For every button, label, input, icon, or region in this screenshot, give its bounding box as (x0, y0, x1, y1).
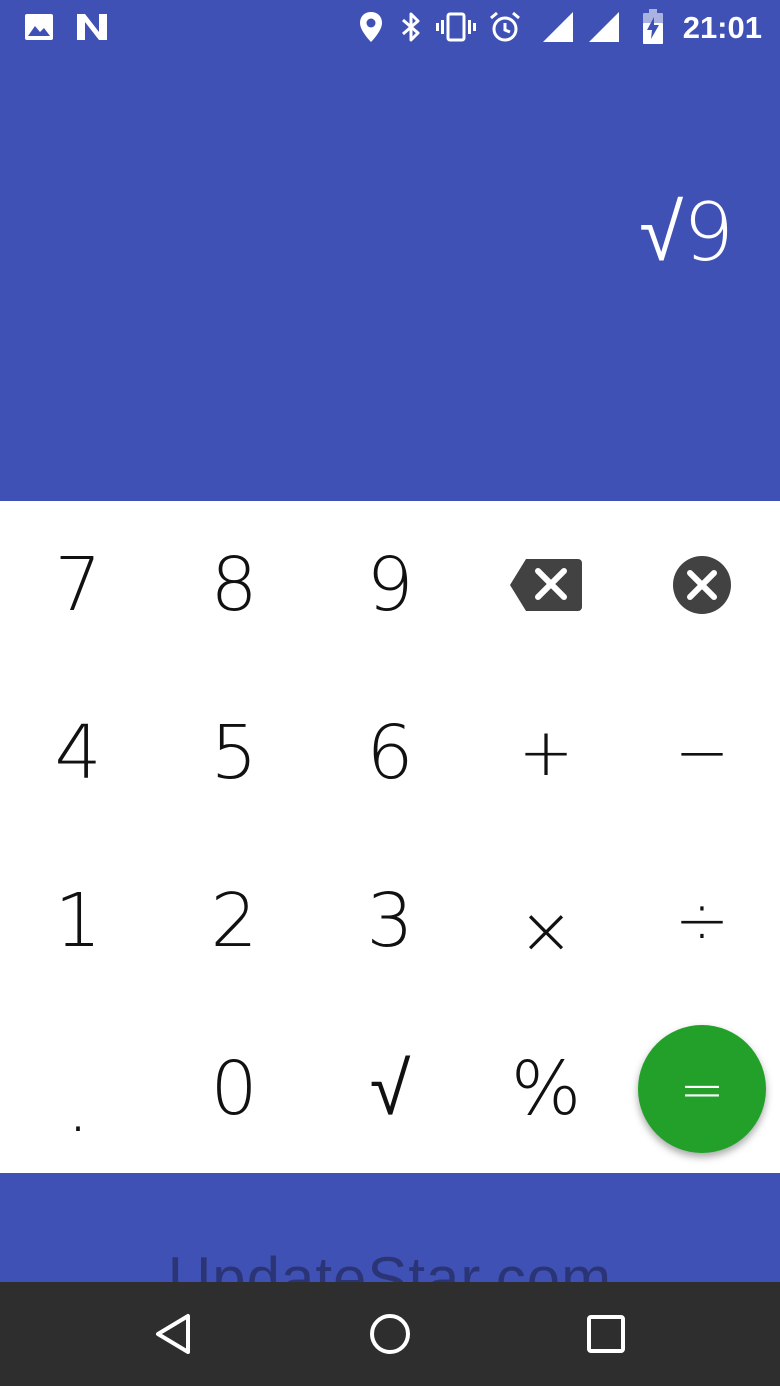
key-4-label: 4 (54, 710, 102, 796)
calculator-display: √9 (0, 56, 780, 501)
alarm-icon (488, 10, 522, 44)
expression-text[interactable]: √9 (639, 188, 734, 278)
divide-button[interactable]: ÷ (624, 837, 780, 1005)
backspace-button[interactable] (468, 501, 624, 669)
key-3[interactable]: 3 (312, 837, 468, 1005)
status-clock: 21:01 (682, 10, 762, 45)
signal-icon (586, 10, 622, 44)
decimal-label: . (66, 1063, 90, 1149)
battery-charging-icon (640, 9, 666, 44)
bluetooth-icon (398, 10, 424, 44)
calculator-screen: 21:01 √9 7 8 9 4 5 6 + − 1 2 3 × ÷ . 0 √… (0, 0, 780, 1386)
key-6[interactable]: 6 (312, 669, 468, 837)
key-0[interactable]: 0 (156, 1005, 312, 1173)
key-2[interactable]: 2 (156, 837, 312, 1005)
plus-label: + (518, 714, 574, 791)
n-notification-icon (74, 10, 110, 44)
key-5[interactable]: 5 (156, 669, 312, 837)
key-6-label: 6 (366, 710, 414, 796)
multiply-label: × (518, 892, 574, 969)
recents-icon (587, 1315, 625, 1353)
key-0-label: 0 (210, 1046, 258, 1132)
key-1[interactable]: 1 (0, 837, 156, 1005)
key-7[interactable]: 7 (0, 501, 156, 669)
minus-label: − (674, 714, 730, 791)
home-button[interactable] (360, 1304, 420, 1364)
plus-button[interactable]: + (468, 669, 624, 837)
percent-button[interactable]: % (468, 1005, 624, 1173)
key-7-label: 7 (54, 542, 102, 628)
key-4[interactable]: 4 (0, 669, 156, 837)
backspace-icon (510, 559, 582, 611)
key-8[interactable]: 8 (156, 501, 312, 669)
key-9-label: 9 (366, 542, 414, 628)
vibrate-icon (436, 10, 476, 44)
back-button[interactable] (144, 1304, 204, 1364)
location-icon (358, 10, 384, 44)
key-9[interactable]: 9 (312, 501, 468, 669)
equals-button[interactable]: = (638, 1025, 766, 1153)
keypad: 7 8 9 4 5 6 + − 1 2 3 × ÷ . 0 √ % = (0, 501, 780, 1173)
clear-button[interactable] (624, 501, 780, 669)
sqrt-label: √ (369, 1046, 411, 1132)
minus-button[interactable]: − (624, 669, 780, 837)
clear-icon (673, 556, 731, 614)
key-2-label: 2 (210, 878, 258, 964)
equals-label: = (679, 1057, 725, 1121)
navigation-bar (0, 1282, 780, 1386)
back-icon (156, 1314, 190, 1354)
key-1-label: 1 (54, 878, 102, 964)
key-8-label: 8 (210, 542, 258, 628)
signal-icon (540, 10, 576, 44)
status-bar: 21:01 (0, 0, 780, 56)
multiply-button[interactable]: × (468, 837, 624, 1005)
recents-button[interactable] (576, 1304, 636, 1364)
percent-label: % (510, 1046, 582, 1132)
divide-label: ÷ (674, 882, 730, 959)
decimal-button[interactable]: . (0, 1005, 156, 1173)
sqrt-button[interactable]: √ (312, 1005, 468, 1173)
home-icon (370, 1314, 410, 1354)
key-3-label: 3 (366, 878, 414, 964)
key-5-label: 5 (210, 710, 258, 796)
image-icon (22, 10, 56, 44)
